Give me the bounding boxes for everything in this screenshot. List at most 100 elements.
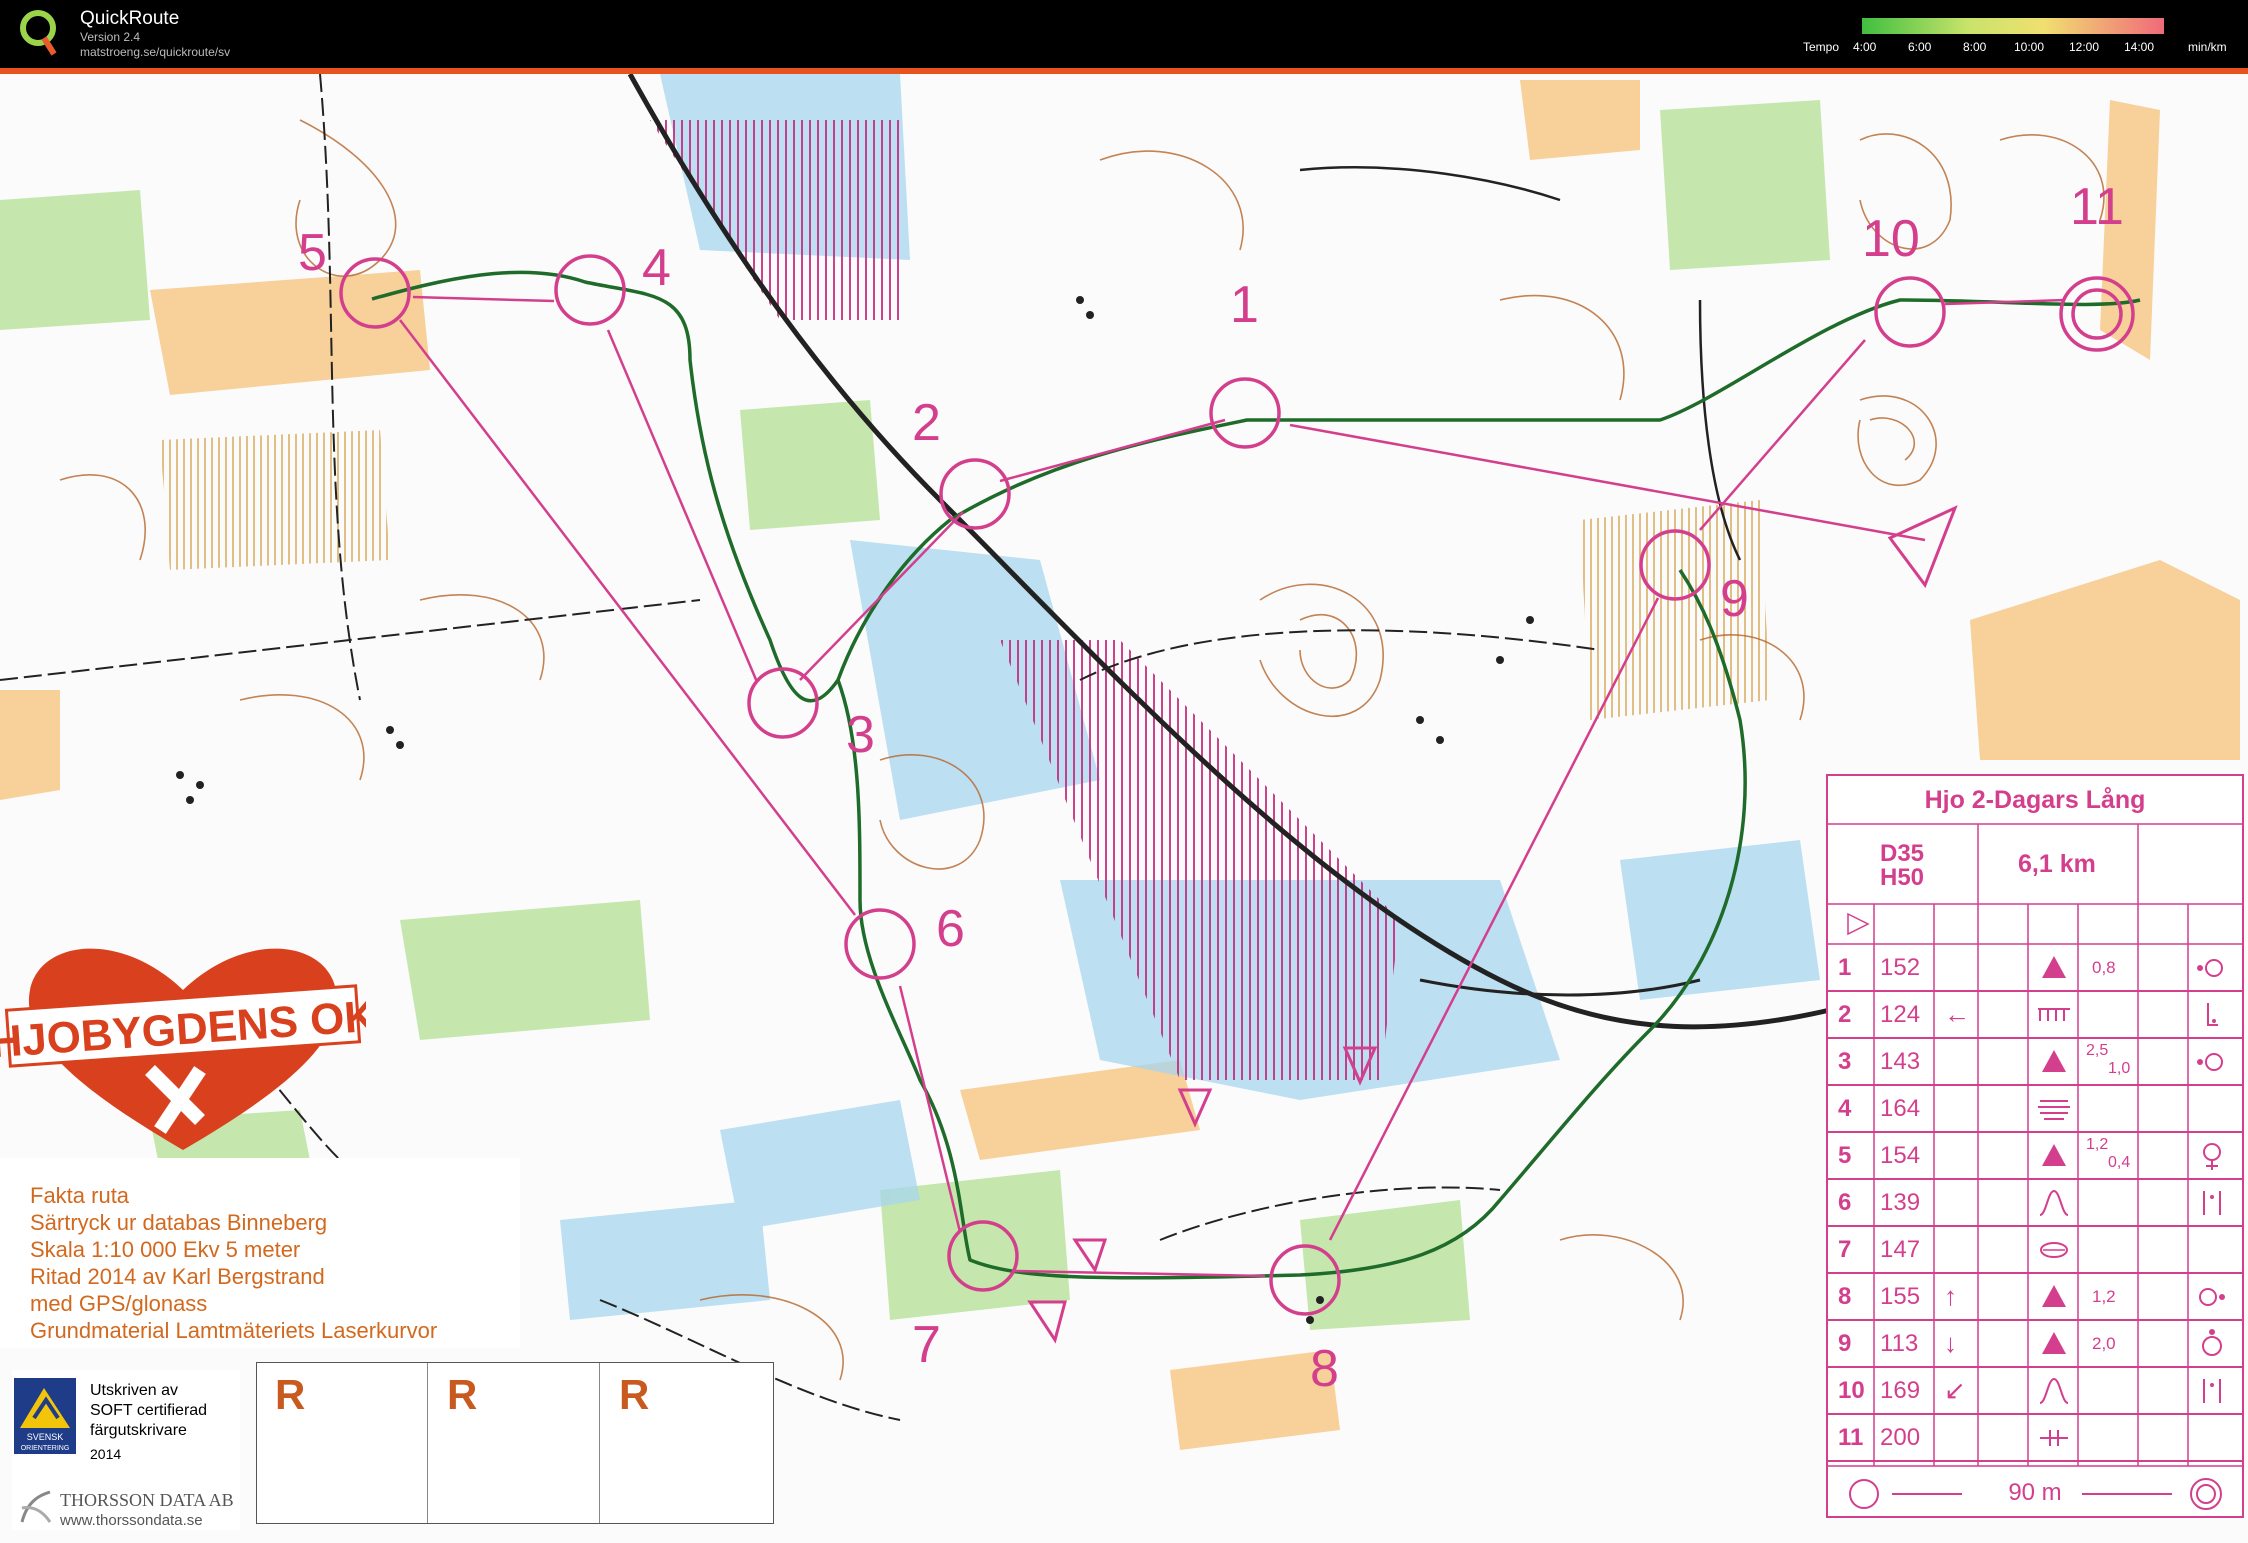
ditch-icon bbox=[2038, 1008, 2070, 1021]
blank-position-icon bbox=[2190, 1418, 2234, 1458]
badge-text: SVENSK bbox=[27, 1432, 64, 1442]
control-code: 164 bbox=[1880, 1095, 1921, 1122]
app-url[interactable]: matstroeng.se/quickroute/sv bbox=[80, 45, 230, 59]
punch-box-label: R bbox=[275, 1371, 306, 1418]
dimension-value: 2,5 bbox=[2086, 1042, 2109, 1059]
dot-circle-r-position-icon bbox=[2199, 1288, 2225, 1306]
triangle-icon bbox=[2042, 1332, 2066, 1354]
direction-arrow: ↙ bbox=[1944, 1375, 1966, 1405]
control-row: 3 143 2,5 1,0 bbox=[1828, 1038, 2242, 1086]
control-number: 7 bbox=[912, 1316, 941, 1374]
thorsson-url: www.thorssondata.se bbox=[60, 1512, 203, 1529]
control-row: 10 169 ↙ bbox=[1828, 1367, 2242, 1415]
control-number: 6 bbox=[936, 900, 965, 958]
info-line: Fakta ruta bbox=[30, 1183, 130, 1208]
control-code: 169 bbox=[1880, 1377, 1921, 1404]
control-number: 10 bbox=[1838, 1377, 1865, 1404]
control-number: 8 bbox=[1310, 1340, 1339, 1398]
triangle-icon bbox=[2042, 1050, 2066, 1072]
control-number: 9 bbox=[1838, 1330, 1852, 1357]
control-row: 2 124 ← bbox=[1828, 991, 2242, 1039]
tempo-label: Tempo bbox=[1803, 40, 1840, 54]
knoll-icon bbox=[2040, 1242, 2068, 1258]
map-info-box: Fakta ruta Särtryck ur databas Binneberg… bbox=[0, 1158, 520, 1348]
blank-position-icon bbox=[2190, 1230, 2234, 1270]
control-number: 4 bbox=[642, 239, 671, 297]
gap-icon bbox=[2040, 1430, 2068, 1446]
punch-box: R bbox=[429, 1363, 600, 1523]
dimension-value: 0,4 bbox=[2108, 1154, 2131, 1171]
triangle-icon bbox=[2042, 1285, 2066, 1307]
foot-position-icon bbox=[2203, 1143, 2221, 1170]
tempo-tick: 8:00 bbox=[1963, 40, 1987, 54]
punch-box: R bbox=[257, 1363, 428, 1523]
control-row: 5 154 1,2 0,4 bbox=[1828, 1132, 2242, 1180]
control-number: 2 bbox=[912, 394, 941, 452]
info-line: Grundmaterial Lamtmäteriets Laserkurvor bbox=[30, 1318, 438, 1343]
app-version: Version 2.4 bbox=[80, 30, 141, 44]
tempo-tick: 10:00 bbox=[2014, 40, 2045, 54]
between-position-icon bbox=[2203, 1191, 2221, 1215]
control-row: 4 164 bbox=[1828, 1085, 2242, 1133]
soft-line: färgutskrivare bbox=[90, 1422, 187, 1439]
tempo-tick: 12:00 bbox=[2069, 40, 2100, 54]
control-row: 7 147 bbox=[1828, 1226, 2242, 1274]
control-code: 113 bbox=[1880, 1330, 1919, 1357]
thorsson-logo-icon bbox=[20, 1490, 52, 1523]
tempo-color-scale bbox=[1862, 18, 2164, 34]
direction-arrow: ↓ bbox=[1944, 1328, 1957, 1358]
punch-boxes: R R R bbox=[256, 1362, 774, 1524]
soft-line: SOFT certifierad bbox=[90, 1402, 208, 1419]
triangle-icon bbox=[2042, 1144, 2066, 1166]
control-code: 147 bbox=[1880, 1236, 1921, 1263]
tempo-tick: 4:00 bbox=[1853, 40, 1877, 54]
class-label: H50 bbox=[1880, 864, 1925, 891]
hill-icon bbox=[2039, 1189, 2069, 1216]
dimension-value: 0,8 bbox=[2092, 958, 2116, 977]
control-number: 3 bbox=[1838, 1048, 1852, 1075]
dimension-value: 2,0 bbox=[2092, 1334, 2116, 1353]
info-line: Skala 1:10 000 Ekv 5 meter bbox=[30, 1237, 301, 1262]
thorsson-logo: THORSSON DATA AB www.thorssondata.se bbox=[16, 1484, 256, 1534]
control-row: 11 200 bbox=[1828, 1414, 2242, 1462]
dot-circle-position-icon bbox=[2197, 1053, 2223, 1071]
dimension-value: 1,0 bbox=[2108, 1060, 2131, 1077]
control-number: 1 bbox=[1230, 276, 1259, 334]
top-position-icon bbox=[2202, 1329, 2222, 1356]
corner-position-icon bbox=[2207, 1003, 2218, 1026]
row-divider bbox=[1828, 1460, 2242, 1462]
triangle-icon bbox=[2042, 956, 2066, 978]
control-code: 143 bbox=[1880, 1048, 1921, 1075]
finish-distance: 90 m bbox=[2008, 1479, 2062, 1506]
tempo-unit: min/km bbox=[2188, 40, 2227, 54]
control-code: 152 bbox=[1880, 954, 1921, 981]
control-number: 10 bbox=[1862, 210, 1920, 268]
between-position-icon bbox=[2203, 1379, 2221, 1403]
punch-box: R bbox=[601, 1363, 771, 1523]
hill-icon bbox=[2039, 1377, 2069, 1404]
control-code: 124 bbox=[1880, 1001, 1921, 1028]
control-number: 2 bbox=[1838, 1001, 1852, 1028]
direction-arrow: ← bbox=[1944, 999, 1970, 1029]
svensk-orientering-logo-icon: SVENSK ORIENTERING bbox=[14, 1378, 76, 1454]
app-header: QuickRoute Version 2.4 matstroeng.se/qui… bbox=[0, 0, 2248, 68]
thorsson-name: THORSSON DATA AB bbox=[60, 1490, 234, 1510]
soft-line: Utskriven av bbox=[90, 1382, 179, 1399]
badge-text: ORIENTERING bbox=[21, 1445, 70, 1452]
app-title: QuickRoute bbox=[80, 8, 180, 29]
control-number: 6 bbox=[1838, 1189, 1852, 1216]
control-number: 11 bbox=[2070, 178, 2124, 236]
dot-circle-position-icon bbox=[2197, 959, 2223, 977]
info-line: Ritad 2014 av Karl Bergstrand bbox=[30, 1264, 325, 1289]
control-code: 139 bbox=[1880, 1189, 1921, 1216]
control-description-sheet: Hjo 2-Dagars Lång D35 H50 6,1 km 1 152 0,8… bbox=[1826, 774, 2244, 1518]
direction-arrow: ↑ bbox=[1944, 1281, 1957, 1311]
punch-box-label: R bbox=[619, 1371, 650, 1418]
quickroute-logo-icon bbox=[20, 10, 57, 56]
control-number: 11 bbox=[1838, 1424, 1864, 1451]
course-length: 6,1 km bbox=[2018, 850, 2096, 878]
control-code: 200 bbox=[1880, 1424, 1921, 1451]
control-number: 4 bbox=[1838, 1095, 1852, 1122]
marsh-icon bbox=[2038, 1100, 2070, 1120]
blank-position-icon bbox=[2190, 1089, 2234, 1129]
